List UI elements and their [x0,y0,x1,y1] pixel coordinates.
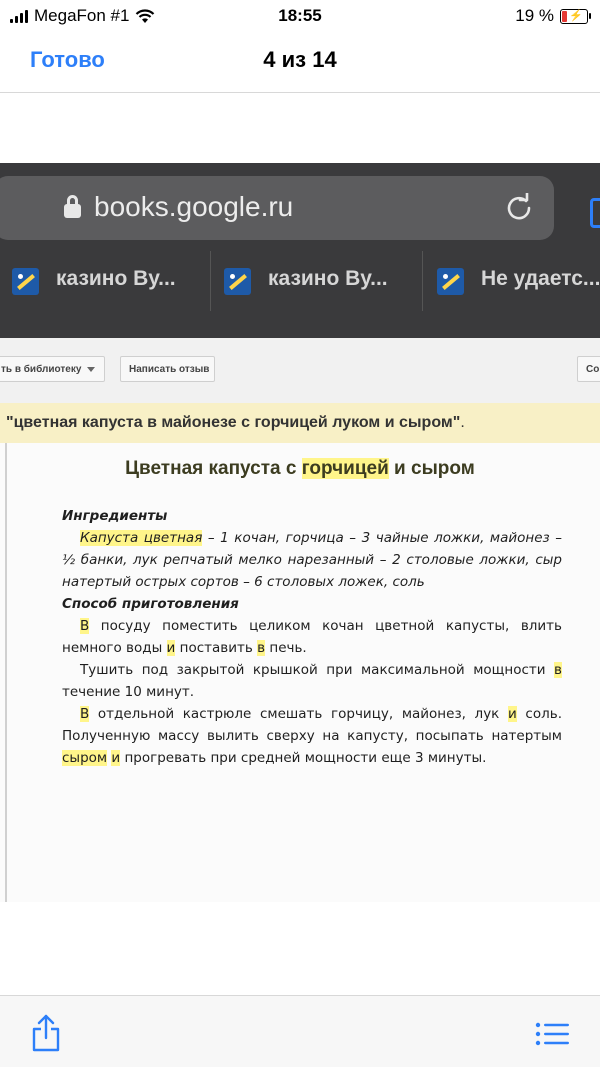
bottom-toolbar [0,995,600,1067]
casino-favicon-icon [12,268,39,295]
chevron-down-icon [87,366,96,372]
method-paragraph-1: В посуду поместить целиком кочан цветной… [62,615,562,659]
battery-group: 19 % ⚡ [515,6,591,26]
image-counter: 4 из 14 [263,47,337,72]
method-paragraph-2: Тушить под закрытой крышкой при максимал… [62,659,562,703]
url-text: books.google.ru [94,191,294,222]
text-run: печь. [265,640,307,656]
clock: 18:55 [278,6,322,25]
url-bar[interactable]: books.google.ru [0,176,554,240]
casino-favicon-icon [224,268,251,295]
list-icon[interactable] [535,1022,569,1046]
text-highlight: сыром [62,750,108,766]
text-run: течение 10 минут. [62,684,195,700]
browser-chrome: books.google.ru казино Ву... казино Ву..… [0,163,600,338]
browser-tab[interactable]: казино Ву... [212,251,423,311]
text-run: отдельной кастрюле смешать горчицу, майо… [89,706,508,722]
share-icon[interactable] [30,1014,62,1052]
ingredients-text: Капуста цветная – 1 кочан, горчица – 3 ч… [62,527,562,593]
method-heading: Способ приготовления [62,596,239,612]
text-highlight: в [554,662,562,678]
browser-tab[interactable]: казино Ву... [0,251,211,311]
text-highlight: и [166,640,176,656]
text-run: Тушить под закрытой крышкой при максимал… [80,662,555,678]
add-to-library-label: ть в библиотеку [1,364,82,375]
text-run: поставить [175,640,258,656]
text-run: прогревать при средней мощности еще 3 ми… [120,750,487,766]
method-paragraph-3: В отдельной кастрюле смешать горчицу, ма… [62,703,562,769]
text-highlight: В [80,706,90,722]
lock-icon [64,195,81,219]
title-part: Цветная капуста с [125,458,302,479]
tab-label: казино Ву... [56,267,176,290]
search-query-banner: "цветная капуста в майонезе с горчицей л… [0,403,600,444]
page-edge [5,443,7,902]
browser-tab[interactable]: Не удаетс... [425,251,600,311]
battery-icon: ⚡ [560,8,591,24]
write-review-button[interactable]: Написать отзыв [120,356,215,382]
search-query: "цветная капуста в майонезе с горчицей л… [6,414,461,431]
tab-label: казино Ву... [268,267,388,290]
ingredients-highlight: Капуста цветная [80,530,203,546]
toolbar-right-button[interactable]: Со [577,356,600,382]
text-highlight: и [508,706,517,722]
ingredients-heading: Ингредиенты [62,508,168,524]
search-query-text: "цветная капуста в майонезе с горчицей л… [6,414,465,432]
battery-percent: 19 % [515,6,554,25]
text-run: посуду поместить целиком кочан цветной к… [62,618,562,656]
search-query-tail: . [460,414,465,431]
title-highlight: горчицей [301,458,389,479]
text-highlight: и [111,750,121,766]
title-part: и сыром [388,458,475,479]
status-bar: MegaFon #1 18:55 19 % ⚡ [0,0,600,32]
text-highlight: в [257,640,266,656]
reload-icon[interactable] [504,193,534,223]
tabs-button[interactable] [590,198,600,228]
casino-favicon-icon [437,268,464,295]
books-toolbar: ть в библиотеку Написать отзыв Со [0,338,600,403]
add-to-library-button[interactable]: ть в библиотеку [0,356,105,382]
text-highlight: В [80,618,90,634]
browser-tabs: казино Ву... казино Ву... Не удаетс... [0,251,600,311]
viewer-nav-bar: Готово 4 из 14 [0,32,600,93]
page-title: Цветная капуста с горчицей и сыром [0,458,600,480]
tab-label: Не удаетс... [481,267,600,290]
